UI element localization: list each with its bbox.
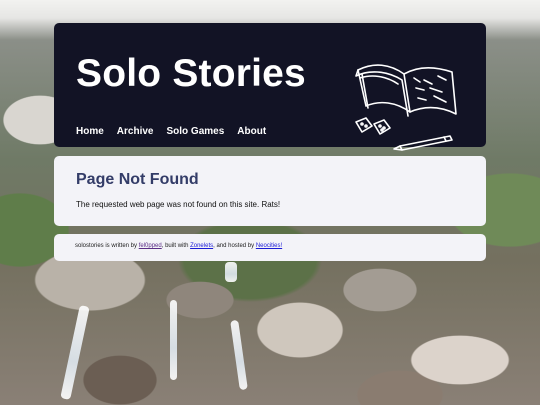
author-link[interactable]: fel0pped — [139, 243, 162, 249]
error-message: The requested web page was not found on … — [76, 200, 281, 209]
nav-item-about[interactable]: About — [237, 126, 266, 137]
nav-item-solo-games[interactable]: Solo Games — [166, 126, 224, 137]
page-title: Page Not Found — [76, 171, 199, 188]
content-card: Page Not Found The requested web page wa… — [54, 156, 486, 226]
site-title: Solo Stories — [76, 52, 306, 95]
neocities-link[interactable]: Neocities! — [256, 243, 282, 249]
waterfall-stream — [60, 304, 90, 401]
site-header: Solo Stories Home Archive Solo Games Abo… — [54, 23, 486, 151]
footer-text: solostories is written by fel0pped, buil… — [75, 243, 282, 249]
waterfall-stream — [230, 319, 248, 391]
main-nav: Home Archive Solo Games About — [76, 126, 279, 137]
site-footer: solostories is written by fel0pped, buil… — [54, 234, 486, 261]
footer-text-part: , built with — [161, 243, 191, 249]
open-book-and-dice-icon — [355, 64, 457, 151]
nav-item-archive[interactable]: Archive — [117, 126, 154, 137]
zonelets-link[interactable]: Zonelets — [190, 243, 213, 249]
waterfall-stream — [170, 300, 177, 380]
footer-text-part: , and hosted by — [213, 243, 256, 249]
footer-text-part: solostories is written by — [75, 243, 139, 249]
nav-item-home[interactable]: Home — [76, 126, 104, 137]
waterfall-stream — [225, 262, 237, 282]
